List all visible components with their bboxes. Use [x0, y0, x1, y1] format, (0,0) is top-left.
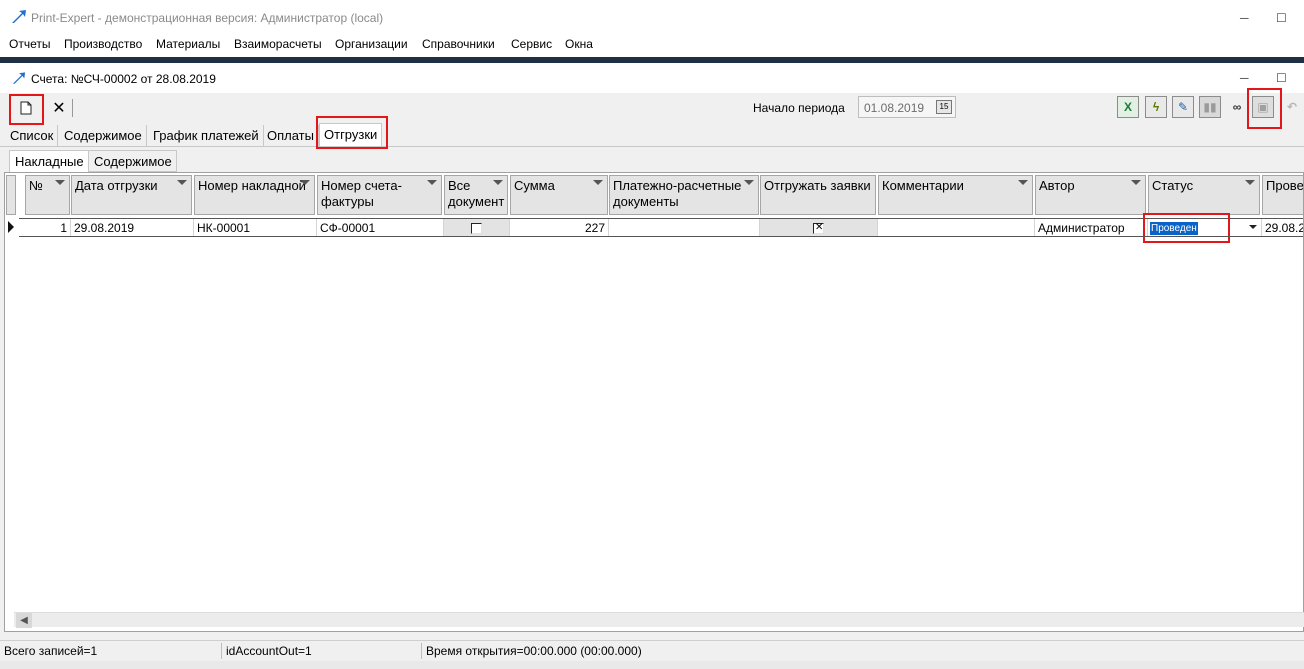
excel-button[interactable]: X — [1117, 96, 1139, 118]
all-docs-checkbox[interactable] — [471, 223, 482, 235]
app-title: Print-Expert - демонстрационная версия: … — [31, 11, 384, 25]
binoculars-icon: ∞ — [1232, 100, 1242, 114]
col-header-posted[interactable]: Провед — [1262, 175, 1303, 215]
menu-windows[interactable]: Окна — [565, 37, 593, 51]
main-menu: Отчеты Производство Материалы Взаиморасч… — [0, 36, 1304, 56]
undo-icon: ↶ — [1286, 100, 1298, 114]
subtab-contents[interactable]: Содержимое — [88, 150, 177, 172]
col-header-author[interactable]: Автор — [1035, 175, 1146, 215]
status-open-time: Время открытия=00:00.000 (00:00.000) — [426, 644, 642, 658]
menu-directories[interactable]: Справочники — [422, 37, 495, 51]
grid-corner[interactable] — [6, 175, 16, 215]
col-header-ship-date[interactable]: Дата отгрузки — [71, 175, 192, 215]
cell-sf-number[interactable]: СФ-00001 — [317, 219, 444, 237]
find-button[interactable]: ∞ — [1226, 96, 1248, 118]
cell-author[interactable]: Администратор — [1035, 219, 1148, 237]
tab-contents[interactable]: Содержимое — [60, 125, 147, 147]
edit-button[interactable]: ✎ — [1172, 96, 1194, 118]
edit-icon: ✎ — [1177, 100, 1189, 114]
document-logo-icon — [12, 72, 26, 84]
cell-all-docs[interactable] — [444, 219, 510, 237]
close-icon: ✕ — [52, 100, 66, 117]
col-header-all-docs[interactable]: Все документ — [444, 175, 508, 215]
disabled-icon: ▮▮ — [1203, 100, 1217, 114]
col-header-sum[interactable]: Сумма — [510, 175, 608, 215]
cell-sum[interactable]: 227 — [510, 219, 609, 237]
scroll-left-icon[interactable]: ◀ — [16, 613, 32, 628]
status-id: idAccountOut=1 — [226, 644, 312, 658]
doc-maximize-button[interactable]: ☐ — [1276, 71, 1287, 85]
status-divider — [221, 643, 222, 659]
col-header-comments[interactable]: Комментарии — [878, 175, 1033, 215]
row-indicator-icon — [8, 221, 14, 233]
lightning-icon: ϟ — [1152, 100, 1160, 114]
tab-payment-schedule[interactable]: График платежей — [149, 125, 264, 147]
document-window: Счета: №СЧ-00002 от 28.08.2019 ─ ☐ ✕ Нач… — [0, 63, 1304, 669]
process-button[interactable]: ϟ — [1145, 96, 1167, 118]
disabled-button: ▮▮ — [1199, 96, 1221, 118]
col-header-num[interactable]: № — [25, 175, 70, 215]
status-bar: Всего записей=1 idAccountOut=1 Время отк… — [0, 640, 1304, 660]
col-header-sf-number[interactable]: Номер счета-фактуры — [317, 175, 442, 215]
doc-minimize-button[interactable]: ─ — [1240, 71, 1249, 85]
status-dropdown-icon[interactable] — [1249, 225, 1257, 229]
menu-service[interactable]: Сервис — [511, 37, 552, 51]
sub-tabs: Накладные Содержимое — [0, 150, 1304, 173]
menu-production[interactable]: Производство — [64, 37, 142, 51]
col-header-pay-docs[interactable]: Платежно-расчетные документы — [609, 175, 759, 215]
col-header-invoice-number[interactable]: Номер накладной — [194, 175, 315, 215]
document-title: Счета: №СЧ-00002 от 28.08.2019 — [31, 72, 216, 86]
shipments-grid: № Дата отгрузки Номер накладной Номер сч… — [4, 172, 1304, 632]
status-highlight — [1143, 213, 1230, 243]
subtab-waybills[interactable]: Накладные — [9, 150, 89, 173]
tab-payments[interactable]: Оплаты — [263, 125, 319, 147]
status-records: Всего записей=1 — [4, 644, 98, 658]
menu-organizations[interactable]: Организации — [335, 37, 408, 51]
cell-pay-docs[interactable] — [609, 219, 760, 237]
maximize-button[interactable]: ☐ — [1276, 11, 1287, 25]
menu-settlements[interactable]: Взаиморасчеты — [234, 37, 322, 51]
bottom-strip — [0, 661, 1304, 669]
period-label: Начало периода — [753, 101, 845, 115]
save-button-highlight — [1247, 88, 1282, 129]
horizontal-scrollbar[interactable]: ◀ — [14, 612, 1304, 628]
app-title-bar: Print-Expert - демонстрационная версия: … — [0, 0, 1304, 36]
toolbar-divider — [72, 99, 73, 117]
ship-orders-checkbox[interactable] — [813, 221, 824, 235]
new-button-highlight — [9, 94, 44, 125]
period-date-field[interactable]: 01.08.2019 15 — [858, 96, 956, 118]
excel-icon: X — [1123, 100, 1132, 114]
tab-shipments-highlight — [316, 116, 388, 149]
delete-button[interactable]: ✕ — [49, 97, 69, 119]
cell-num[interactable]: 1 — [25, 219, 71, 237]
cell-ship-orders[interactable] — [760, 219, 878, 237]
document-title-bar: Счета: №СЧ-00002 от 28.08.2019 ─ ☐ — [0, 63, 1304, 93]
cell-posted[interactable]: 29.08.2 — [1262, 219, 1303, 237]
minimize-button[interactable]: ─ — [1240, 11, 1249, 25]
cell-ship-date[interactable]: 29.08.2019 — [71, 219, 194, 237]
status-divider — [421, 643, 422, 659]
tab-list[interactable]: Список — [6, 125, 59, 147]
col-header-ship-orders[interactable]: Отгружать заявки — [760, 175, 876, 215]
menu-materials[interactable]: Материалы — [156, 37, 220, 51]
col-header-status[interactable]: Статус — [1148, 175, 1260, 215]
row-border-bottom — [19, 236, 1303, 237]
period-date-value: 01.08.2019 — [864, 101, 925, 115]
main-tabs: Список Содержимое График платежей Оплаты… — [0, 116, 1304, 149]
toolbar: ✕ Начало периода 01.08.2019 15 X ϟ ✎ ▮▮ … — [0, 88, 1304, 129]
app-logo-icon — [12, 10, 26, 23]
undo-button: ↶ — [1281, 96, 1303, 118]
calendar-icon[interactable]: 15 — [936, 100, 952, 114]
cell-comments[interactable] — [878, 219, 1035, 237]
menu-reports[interactable]: Отчеты — [9, 37, 50, 51]
cell-invoice-number[interactable]: НК-00001 — [194, 219, 317, 237]
